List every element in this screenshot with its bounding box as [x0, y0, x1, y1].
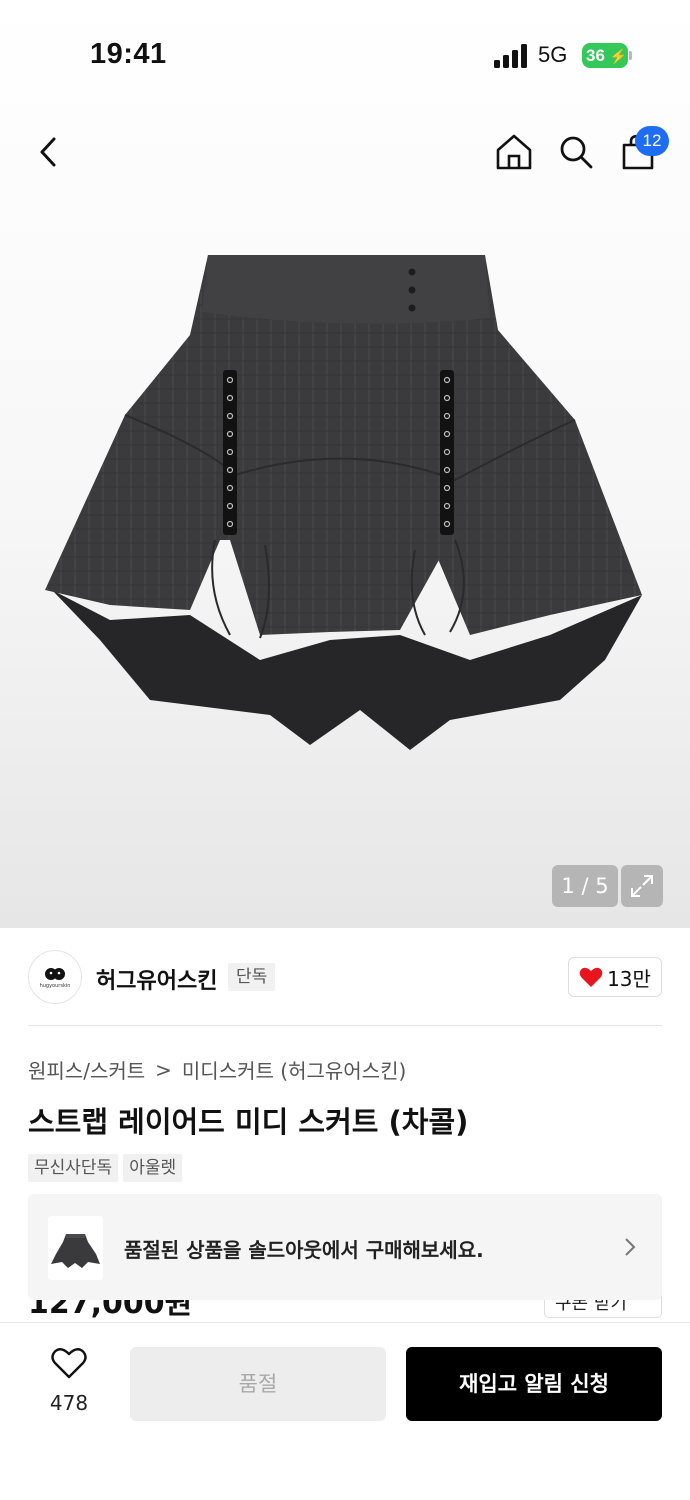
back-icon: [40, 137, 56, 167]
image-counter: 1 / 5: [552, 865, 618, 907]
breadcrumb-category[interactable]: 원피스/스커트: [28, 1055, 145, 1084]
soldout-market-banner[interactable]: 품절된 상품을 솔드아웃에서 구매해보세요.: [28, 1194, 662, 1300]
home-icon: [496, 134, 532, 170]
product-image[interactable]: [30, 240, 660, 760]
brand-name[interactable]: 허그유어스킨: [96, 963, 217, 995]
brand-exclusive-badge: 단독: [228, 963, 276, 991]
brand-logo-text: hugyourskin: [39, 982, 71, 989]
heart-filled-icon: [579, 967, 603, 987]
status-bar: 19:41 5G 36 ⚡: [0, 0, 690, 110]
banner-text: 품절된 상품을 솔드아웃에서 구매해보세요.: [124, 1238, 484, 1262]
network-label: 5G: [538, 42, 568, 67]
battery-cap: [629, 51, 632, 60]
status-time: 19:41: [90, 38, 167, 70]
product-tags: 무신사단독 아울렛: [28, 1154, 183, 1182]
restock-alert-button[interactable]: 재입고 알림 신청: [406, 1347, 662, 1421]
signal-icon: [494, 44, 527, 68]
product-title: 스트랩 레이어드 미디 스커트 (차콜): [28, 1105, 469, 1139]
brand-logo[interactable]: hugyourskin: [28, 950, 82, 1004]
battery-level: 36: [586, 46, 605, 65]
charging-icon: ⚡: [609, 48, 628, 64]
heart-outline-icon: [51, 1348, 87, 1379]
home-button[interactable]: [490, 128, 538, 176]
expand-icon: [631, 875, 653, 897]
search-icon: [560, 136, 593, 169]
back-button[interactable]: [24, 128, 72, 176]
brand-like-button[interactable]: 13만: [568, 957, 662, 997]
battery-indicator: 36 ⚡: [582, 43, 628, 68]
banner-thumbnail: [48, 1216, 103, 1280]
breadcrumb-separator: >: [155, 1057, 172, 1082]
divider: [28, 1025, 662, 1026]
bottom-action-bar: 478 품절 재입고 알림 신청: [0, 1322, 690, 1500]
brand-logo-mark: [45, 967, 65, 980]
soldout-button: 품절: [130, 1347, 386, 1421]
brand-like-count: 13만: [607, 966, 651, 991]
product-tag: 무신사단독: [28, 1154, 119, 1182]
expand-image-button[interactable]: [621, 865, 663, 907]
breadcrumb-subcategory[interactable]: 미디스커트 (허그유어스킨): [182, 1055, 406, 1084]
breadcrumb: 원피스/스커트 > 미디스커트 (허그유어스킨): [28, 1055, 406, 1084]
product-tag: 아울렛: [123, 1154, 183, 1182]
top-nav: [0, 110, 690, 194]
wishlist-count: 478: [49, 1391, 89, 1415]
product-image-gallery[interactable]: 19:41 5G 36 ⚡ 12 1 / 5: [0, 0, 690, 928]
wishlist-button[interactable]: 478: [40, 1347, 98, 1417]
cart-count-badge: 12: [635, 126, 669, 156]
chevron-right-icon: [625, 1238, 636, 1256]
search-button[interactable]: [552, 128, 600, 176]
